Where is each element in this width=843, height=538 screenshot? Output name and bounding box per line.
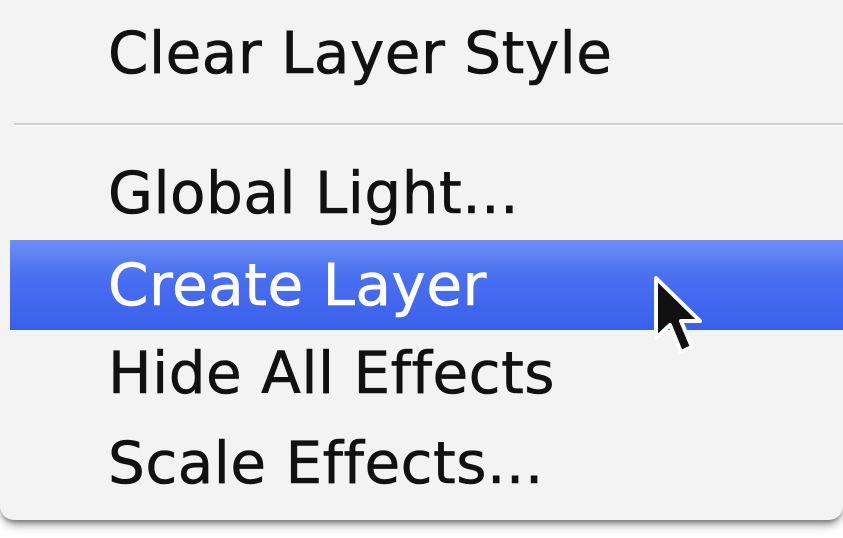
context-menu: Clear Layer Style Global Light... Create… xyxy=(0,0,843,520)
menu-item-hide-all-effects[interactable]: Hide All Effects xyxy=(10,328,843,418)
menu-item-clear-layer-style[interactable]: Clear Layer Style xyxy=(10,8,843,98)
menu-item-global-light[interactable]: Global Light... xyxy=(10,148,843,238)
menu-item-scale-effects[interactable]: Scale Effects... xyxy=(10,418,843,508)
menu-item-create-layer[interactable]: Create Layer xyxy=(10,240,843,330)
arrow-cursor-icon xyxy=(654,276,702,354)
menu-separator xyxy=(14,123,843,126)
